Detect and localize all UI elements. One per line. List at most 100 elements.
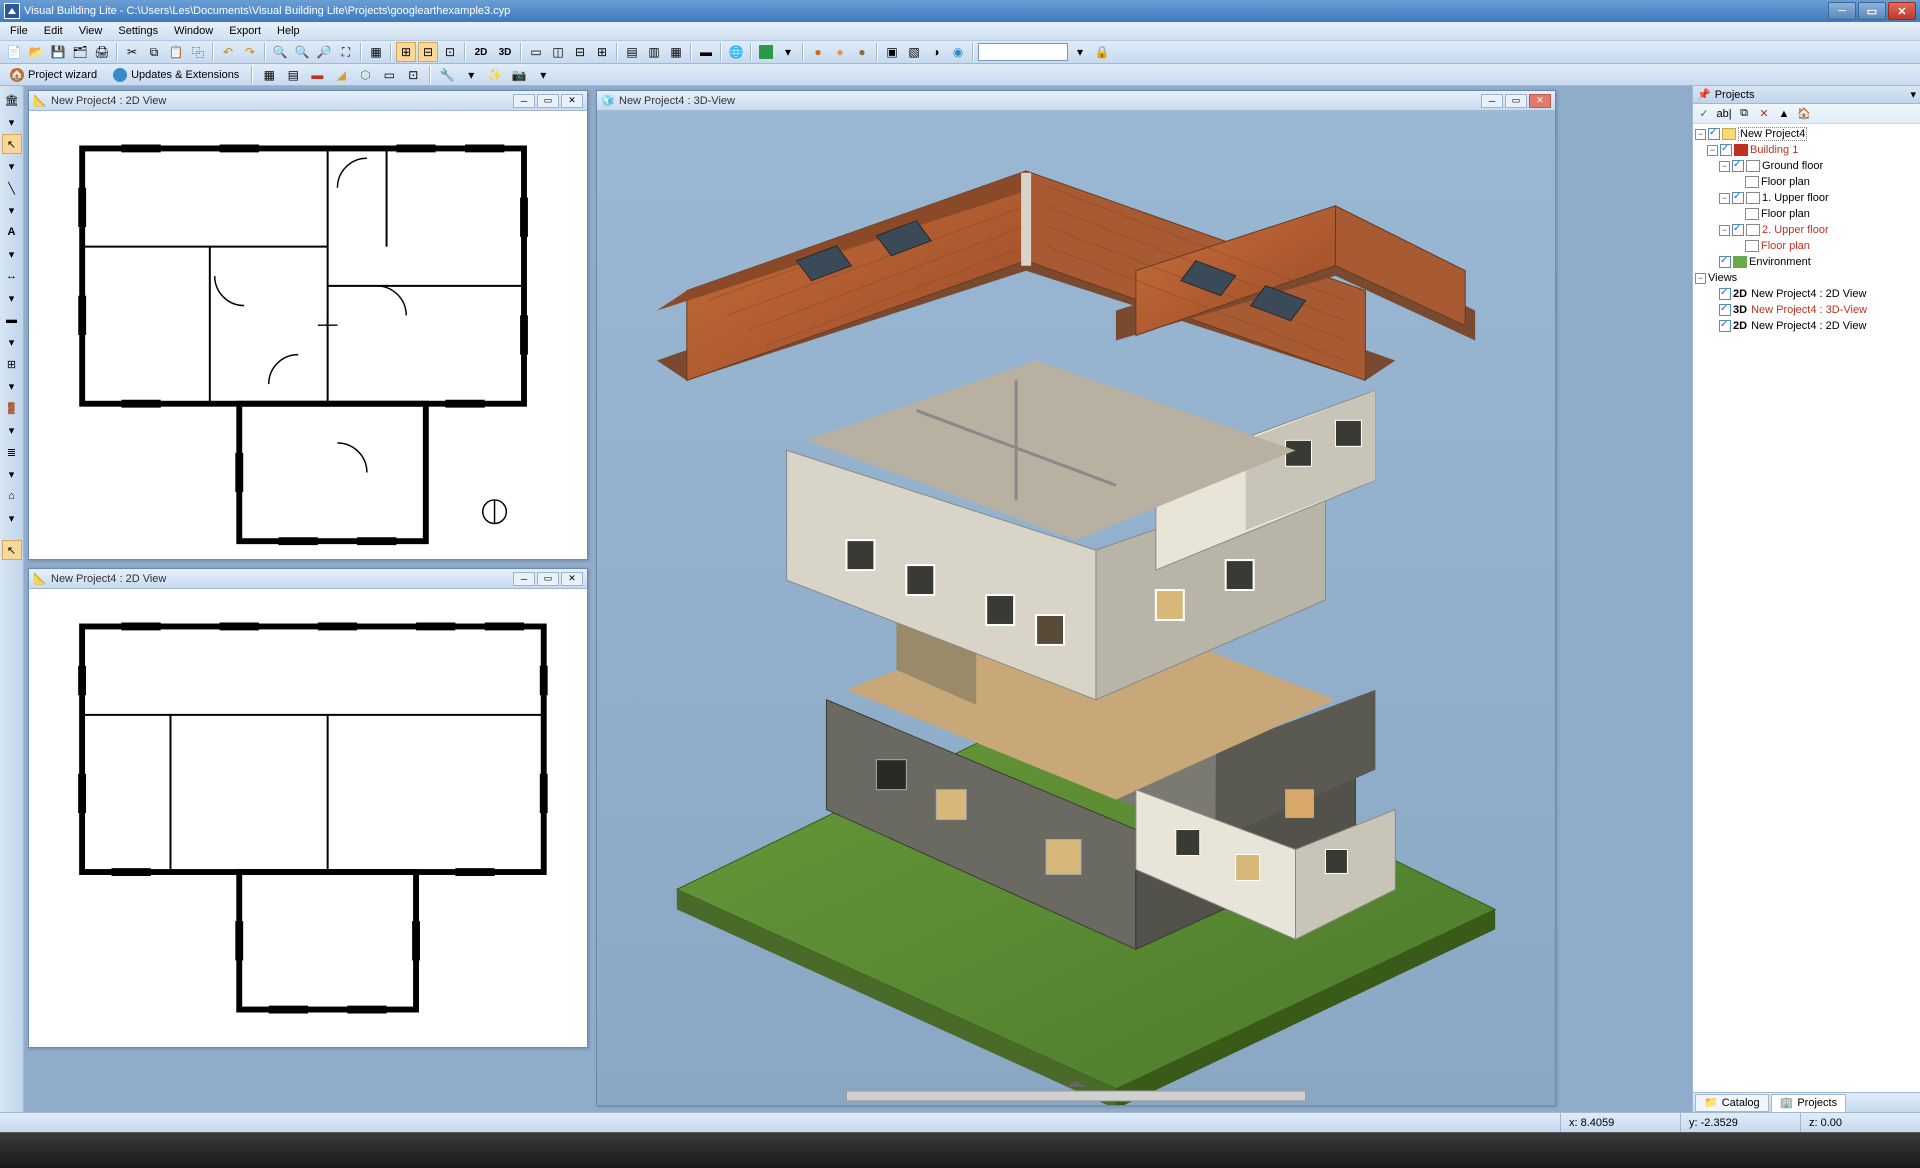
tb2-cam-icon[interactable]: 📷 [509, 65, 529, 85]
tab-projects[interactable]: 🏢 Projects [1771, 1094, 1846, 1112]
lt-dd4-icon[interactable]: ▾ [2, 244, 22, 264]
menu-settings[interactable]: Settings [112, 25, 164, 37]
duplicate-icon[interactable]: ⿻ [188, 42, 208, 62]
tree-upper1[interactable]: − 1. Upper floor [1695, 190, 1918, 206]
mdi3-canvas[interactable] [597, 111, 1555, 1105]
pt-delete-icon[interactable]: ✕ [1757, 107, 1771, 121]
toolbar-combo[interactable] [978, 43, 1068, 61]
mdi2-max[interactable]: ▭ [537, 572, 559, 586]
menu-file[interactable]: File [4, 25, 34, 37]
tree-view1[interactable]: 2D New Project4 : 2D View [1695, 286, 1918, 302]
panel-pin-icon[interactable]: 📌 [1697, 88, 1711, 101]
misc4-icon[interactable]: ◉ [948, 42, 968, 62]
lt-dd8-icon[interactable]: ▾ [2, 420, 22, 440]
lt-dd10-icon[interactable]: ▾ [2, 508, 22, 528]
grid-icon[interactable]: ▦ [366, 42, 386, 62]
mdi1-close[interactable]: ✕ [561, 94, 583, 108]
tree-env[interactable]: Environment [1695, 254, 1918, 270]
menu-help[interactable]: Help [271, 25, 306, 37]
layer1-icon[interactable]: ▤ [622, 42, 642, 62]
print-icon[interactable]: 🖨 [92, 42, 112, 62]
tb2-2-icon[interactable]: ▤ [283, 65, 303, 85]
tb2-drop-icon[interactable]: ▾ [461, 65, 481, 85]
lt-window-icon[interactable]: ⊞ [2, 354, 22, 374]
tab-catalog[interactable]: 📁 Catalog [1695, 1094, 1769, 1112]
copy-icon[interactable]: ⧉ [144, 42, 164, 62]
mdi2-close[interactable]: ✕ [561, 572, 583, 586]
lock-icon[interactable]: 🔒 [1092, 42, 1112, 62]
lt-dd6-icon[interactable]: ▾ [2, 332, 22, 352]
wall-tool-icon[interactable]: ▬ [696, 42, 716, 62]
globe-icon[interactable]: 🌐 [726, 42, 746, 62]
tb2-3-icon[interactable]: ▬ [307, 65, 327, 85]
misc2-icon[interactable]: ▧ [904, 42, 924, 62]
os-taskbar[interactable] [0, 1132, 1920, 1168]
project-tree[interactable]: − New Project4 − Building 1 − Ground flo… [1693, 124, 1920, 1092]
tb2-1-icon[interactable]: ▦ [259, 65, 279, 85]
tree-view3[interactable]: 2D New Project4 : 2D View [1695, 318, 1918, 334]
lt-dd1-icon[interactable]: ▾ [2, 112, 22, 132]
panel-menu-icon[interactable]: ▾ [1910, 88, 1916, 101]
tb2-5-icon[interactable]: ⬡ [355, 65, 375, 85]
mdi3-min[interactable]: ─ [1481, 94, 1503, 108]
zoom-icon[interactable]: 🔍 [270, 42, 290, 62]
zoomout-icon[interactable]: 🔎 [314, 42, 334, 62]
undo-icon[interactable]: ↶ [218, 42, 238, 62]
tb2-tool-icon[interactable]: 🔧 [437, 65, 457, 85]
open-icon[interactable]: 📂 [26, 42, 46, 62]
lt-roof-icon[interactable]: ⌂ [2, 486, 22, 506]
close-button[interactable]: ✕ [1888, 2, 1916, 20]
lt-dd2-icon[interactable]: ▾ [2, 156, 22, 176]
tree-upper2-fp[interactable]: Floor plan [1695, 238, 1918, 254]
new-icon[interactable]: 📄 [4, 42, 24, 62]
lt-building-icon[interactable]: 🏛 [2, 90, 22, 110]
snap2-icon[interactable]: ⊟ [418, 42, 438, 62]
pt-home-icon[interactable]: 🏠 [1797, 107, 1811, 121]
tree-views[interactable]: − Views [1695, 270, 1918, 286]
lt-dim-icon[interactable]: ↔ [2, 266, 22, 286]
mdi-2d-window-1[interactable]: 📐 New Project4 : 2D View ─ ▭ ✕ [28, 90, 588, 560]
tree-view2[interactable]: 3D New Project4 : 3D-View [1695, 302, 1918, 318]
paste-icon[interactable]: 📋 [166, 42, 186, 62]
sphere3-icon[interactable]: ● [852, 42, 872, 62]
combo-drop-icon[interactable]: ▾ [1070, 42, 1090, 62]
tree-upper1-fp[interactable]: Floor plan [1695, 206, 1918, 222]
mdi2-min[interactable]: ─ [513, 572, 535, 586]
pt-rename-icon[interactable]: ab| [1717, 107, 1731, 121]
dropdown-icon[interactable]: ▾ [778, 42, 798, 62]
mdi-2d-window-2[interactable]: 📐 New Project4 : 2D View ─ ▭ ✕ [28, 568, 588, 1048]
menu-view[interactable]: View [73, 25, 109, 37]
pt-up-icon[interactable]: ▲ [1777, 107, 1791, 121]
tree-building[interactable]: − Building 1 [1695, 142, 1918, 158]
tree-ground[interactable]: − Ground floor [1695, 158, 1918, 174]
layout1-icon[interactable]: ▭ [526, 42, 546, 62]
lt-dd9-icon[interactable]: ▾ [2, 464, 22, 484]
project-wizard-button[interactable]: 🏠 Project wizard [4, 66, 103, 84]
tree-root[interactable]: − New Project4 [1695, 126, 1918, 142]
mdi1-min[interactable]: ─ [513, 94, 535, 108]
layout4-icon[interactable]: ⊞ [592, 42, 612, 62]
sphere2-icon[interactable]: ● [830, 42, 850, 62]
mdi3-close[interactable]: ✕ [1529, 94, 1551, 108]
color-icon[interactable] [759, 45, 773, 59]
sphere1-icon[interactable]: ● [808, 42, 828, 62]
snap3-icon[interactable]: ⊡ [440, 42, 460, 62]
cut-icon[interactable]: ✂ [122, 42, 142, 62]
lt-line-icon[interactable]: ╲ [2, 178, 22, 198]
view2d-button[interactable]: 2D [470, 42, 492, 62]
lt-select-icon[interactable]: ↖ [2, 134, 22, 154]
mdi2-canvas[interactable] [29, 589, 587, 1047]
mdi1-max[interactable]: ▭ [537, 94, 559, 108]
lt-wall-icon[interactable]: ▬ [2, 310, 22, 330]
lt-stairs-icon[interactable]: ≣ [2, 442, 22, 462]
updates-button[interactable]: Updates & Extensions [107, 66, 245, 84]
tb2-4-icon[interactable]: ◢ [331, 65, 351, 85]
mdi3-max[interactable]: ▭ [1505, 94, 1527, 108]
tb2-drop2-icon[interactable]: ▾ [533, 65, 553, 85]
menu-export[interactable]: Export [223, 25, 267, 37]
layer3-icon[interactable]: ▦ [666, 42, 686, 62]
lt-dd3-icon[interactable]: ▾ [2, 200, 22, 220]
lt-door-icon[interactable]: 🚪 [2, 398, 22, 418]
tree-ground-fp[interactable]: Floor plan [1695, 174, 1918, 190]
lt-text-icon[interactable]: A [2, 222, 22, 242]
